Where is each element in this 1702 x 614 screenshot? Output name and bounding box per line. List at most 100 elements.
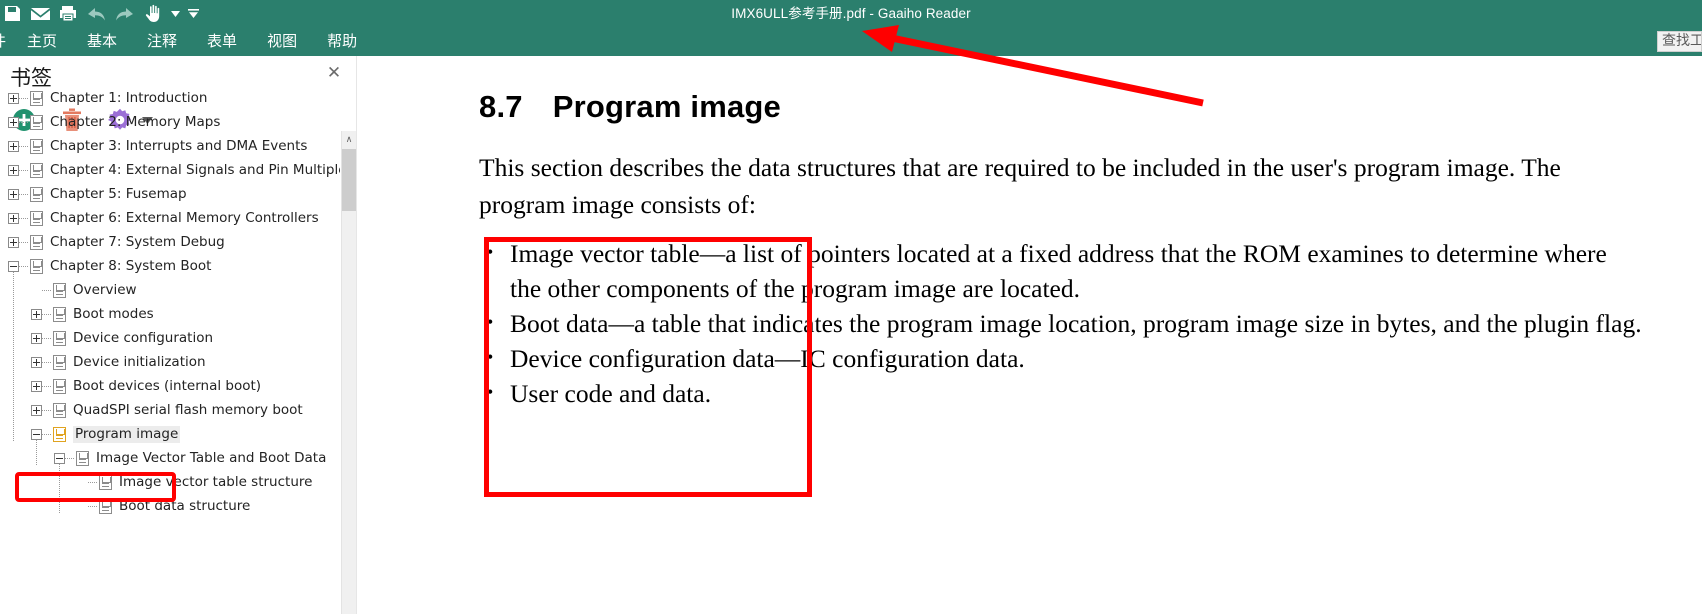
bookmark-tree-item[interactable]: Chapter 4: External Signals and Pin Mult… — [0, 158, 340, 182]
tree-connector — [42, 361, 51, 363]
collapse-icon[interactable] — [8, 260, 19, 272]
tree-toggle-spacer — [77, 501, 88, 512]
scroll-up-icon[interactable]: ∧ — [342, 131, 356, 148]
hand-tool-icon[interactable] — [142, 3, 163, 24]
bookmark-tree-item[interactable]: Image vector table structure — [0, 470, 340, 494]
bookmark-tree-item[interactable]: Overview — [0, 278, 340, 302]
tree-toggle-spacer — [77, 477, 88, 488]
tree-connector — [42, 409, 51, 411]
bookmark-icon — [76, 450, 89, 466]
bookmark-tree-item[interactable]: Boot devices (internal boot) — [0, 374, 340, 398]
expand-icon[interactable] — [31, 404, 42, 416]
bookmark-tree-item[interactable]: Device initialization — [0, 350, 340, 374]
bookmark-tree-item-label: Image Vector Table and Boot Data — [96, 449, 327, 466]
menu-item-basic[interactable]: 基本 — [72, 27, 132, 56]
tree-connector — [42, 433, 51, 435]
tree-connector — [19, 121, 28, 123]
bookmark-icon — [30, 114, 43, 130]
expand-icon[interactable] — [31, 308, 42, 320]
bookmark-tree-item-label: Program image — [73, 425, 181, 443]
customize-toolbar-icon[interactable] — [188, 3, 199, 24]
bookmark-icon — [53, 402, 66, 418]
bookmark-tree-item-label: Chapter 5: Fusemap — [50, 185, 187, 202]
expand-icon[interactable] — [8, 164, 19, 176]
list-item: User code and data. — [479, 375, 1644, 411]
sidebar-scrollbar[interactable]: ∧ — [341, 131, 356, 614]
search-input[interactable]: 查找工 — [1657, 31, 1702, 52]
save-icon[interactable] — [2, 3, 23, 24]
tree-toggle-spacer — [31, 285, 42, 296]
undo-icon[interactable] — [86, 3, 107, 24]
bookmark-icon — [30, 258, 43, 274]
bookmark-tree-item[interactable]: Chapter 2: Memory Maps — [0, 110, 340, 134]
bookmark-tree-item-label: Boot modes — [73, 305, 154, 322]
expand-icon[interactable] — [8, 140, 19, 152]
bookmark-icon — [53, 354, 66, 370]
expand-icon[interactable] — [31, 332, 42, 344]
bookmark-tree-item[interactable]: Chapter 7: System Debug — [0, 230, 340, 254]
scrollbar-thumb[interactable] — [342, 149, 356, 211]
bookmark-tree-item-label: Image vector table structure — [119, 473, 313, 490]
bookmark-icon — [30, 138, 43, 154]
expand-icon[interactable] — [8, 92, 19, 104]
menu-item-form[interactable]: 表单 — [192, 27, 252, 56]
bookmark-tree-item[interactable]: Program image — [0, 422, 340, 446]
expand-icon[interactable] — [8, 116, 19, 128]
bookmark-tree-item-label: Chapter 8: System Boot — [50, 257, 212, 274]
tree-connector — [42, 337, 51, 339]
expand-icon[interactable] — [8, 236, 19, 248]
list-item: Boot data—a table that indicates the pro… — [479, 305, 1644, 341]
bookmark-tree-item[interactable]: Device configuration — [0, 326, 340, 350]
tree-connector — [19, 193, 28, 195]
bookmark-tree-item-label: Chapter 4: External Signals and Pin Mult… — [50, 161, 340, 178]
collapse-icon[interactable] — [54, 452, 65, 464]
bookmark-tree-item[interactable]: Chapter 3: Interrupts and DMA Events — [0, 134, 340, 158]
tree-connector — [88, 505, 97, 507]
tree-guide-line — [13, 272, 14, 442]
bookmark-tree-item[interactable]: Chapter 6: External Memory Controllers — [0, 206, 340, 230]
bookmark-icon — [30, 162, 43, 178]
expand-icon[interactable] — [8, 188, 19, 200]
redo-icon[interactable] — [114, 3, 135, 24]
bookmark-icon — [30, 90, 43, 106]
close-panel-icon[interactable]: ✕ — [325, 64, 343, 82]
collapse-icon[interactable] — [31, 428, 42, 440]
menu-item-help[interactable]: 帮助 — [312, 27, 372, 56]
bookmark-tree-item-label: Chapter 3: Interrupts and DMA Events — [50, 137, 308, 154]
expand-icon[interactable] — [31, 356, 42, 368]
expand-icon[interactable] — [8, 212, 19, 224]
bookmark-tree-item-label: Chapter 6: External Memory Controllers — [50, 209, 319, 226]
menu-item-home[interactable]: 主页 — [12, 27, 72, 56]
email-icon[interactable] — [30, 3, 51, 24]
hand-tool-dropdown-icon[interactable] — [170, 3, 181, 24]
menu-item-file-clipped[interactable]: 件 — [0, 27, 12, 56]
menu-item-comment[interactable]: 注释 — [132, 27, 192, 56]
bookmark-tree-item-label: Chapter 1: Introduction — [50, 89, 208, 106]
list-item: Image vector table—a list of pointers lo… — [479, 235, 1644, 306]
bookmark-tree-item[interactable]: Chapter 1: Introduction — [0, 86, 340, 110]
quick-access-toolbar — [0, 0, 199, 27]
bookmark-icon — [53, 282, 66, 298]
bookmark-tree-item[interactable]: Image Vector Table and Boot Data — [0, 446, 340, 470]
menu-item-view[interactable]: 视图 — [252, 27, 312, 56]
bookmark-icon — [99, 474, 112, 490]
list-item: Device configuration data—IC configurati… — [479, 340, 1644, 376]
menu-bar: 件 主页 基本 注释 表单 视图 帮助 查找工 — [0, 27, 1702, 56]
bookmark-tree-item[interactable]: QuadSPI serial flash memory boot — [0, 398, 340, 422]
section-heading-number: 8.7 — [479, 89, 523, 124]
bookmark-tree-item-label: Boot data structure — [119, 497, 251, 514]
tree-connector — [88, 481, 97, 483]
bookmark-icon — [30, 186, 43, 202]
bookmark-tree-item[interactable]: Chapter 8: System Boot — [0, 254, 340, 278]
expand-icon[interactable] — [31, 380, 42, 392]
bookmark-tree-item[interactable]: Boot modes — [0, 302, 340, 326]
bookmark-icon — [30, 234, 43, 250]
gaaiho-reader-window: IMX6ULL参考手册.pdf - Gaaiho Reader 件 主页 基本 … — [0, 0, 1702, 614]
print-icon[interactable] — [58, 3, 79, 24]
bookmark-icon — [53, 378, 66, 394]
bookmark-tree-item[interactable]: Boot data structure — [0, 494, 340, 518]
search-input-value: 查找工 — [1662, 33, 1702, 49]
window-title: IMX6ULL参考手册.pdf - Gaaiho Reader — [731, 6, 971, 21]
bookmark-tree-item[interactable]: Chapter 5: Fusemap — [0, 182, 340, 206]
bookmark-icon — [53, 426, 66, 442]
